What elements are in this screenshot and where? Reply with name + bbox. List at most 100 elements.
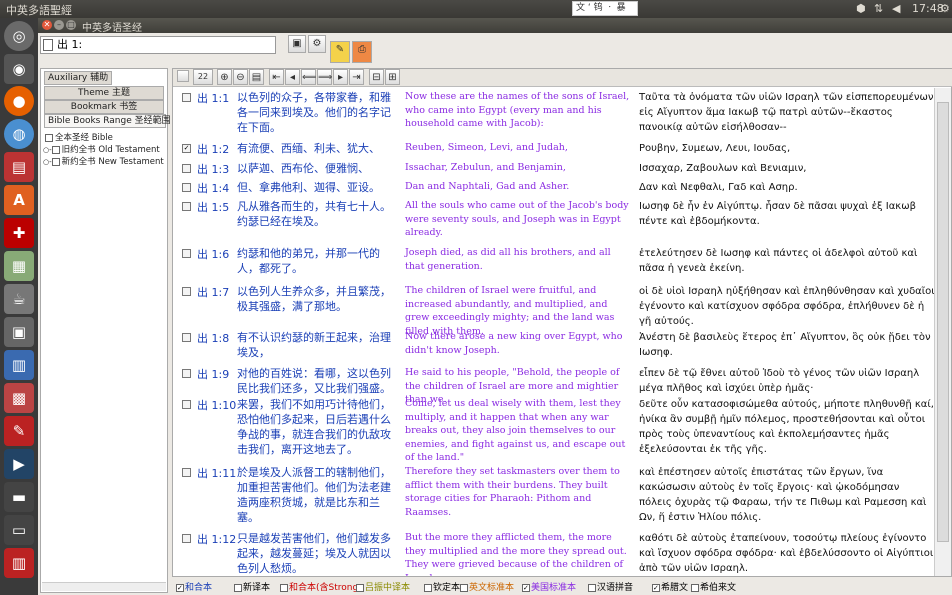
version-toggle[interactable]: 希伯来文	[691, 580, 736, 593]
vertical-scrollbar[interactable]	[934, 88, 951, 577]
power-icon[interactable]: ⚙	[940, 2, 950, 15]
verse-ref[interactable]: 出 1:12	[197, 531, 239, 547]
prev-page-icon[interactable]: ◂	[285, 69, 300, 85]
version-checkbox[interactable]	[280, 583, 288, 592]
bookmark-icon[interactable]: ⊟	[369, 69, 384, 85]
terminal-icon[interactable]: ▣	[4, 317, 34, 347]
expand-icon[interactable]: ○-	[43, 158, 52, 166]
disk-icon[interactable]: ◉	[4, 54, 34, 84]
verse-ref[interactable]: 出 1:1	[197, 90, 239, 106]
version-checkbox[interactable]	[234, 583, 242, 592]
firefox-icon[interactable]: ●	[4, 86, 34, 116]
verse-ref[interactable]: 出 1:10	[197, 397, 239, 413]
version-toggle[interactable]: 汉语拼音	[588, 580, 633, 593]
network-icon[interactable]: ⇅	[874, 2, 883, 15]
tree-item-new-testament[interactable]: ○- 新约全书 New Testament	[43, 155, 164, 167]
tools-icon[interactable]: ✎	[4, 416, 34, 446]
tab-bible-books-range[interactable]: Bible Books Range 圣经範围	[44, 114, 171, 128]
dictionary-icon[interactable]: ▥	[4, 350, 34, 380]
software-center-icon[interactable]: A	[4, 185, 34, 215]
java-icon[interactable]: ☕	[4, 284, 34, 314]
version-checkbox[interactable]	[424, 583, 432, 592]
version-toggle[interactable]: ✓ 和合本	[176, 580, 212, 593]
prev-chapter-icon[interactable]: ⟸	[301, 69, 316, 85]
last-page-icon[interactable]: ⇥	[349, 69, 364, 85]
scrollbar-thumb[interactable]	[937, 102, 949, 542]
verse-checkbox[interactable]	[182, 202, 191, 211]
bible-app-icon[interactable]: ✚	[4, 218, 34, 248]
verse-ref[interactable]: 出 1:4	[197, 180, 239, 196]
verse-checkbox[interactable]	[182, 369, 191, 378]
verse-checkbox[interactable]	[182, 93, 191, 102]
version-toggle[interactable]: ✓ 美国标准本	[522, 580, 576, 593]
tab-auxiliary[interactable]: Auxiliary 辅助	[44, 71, 113, 85]
export-tool-icon[interactable]: ✎	[330, 41, 350, 63]
notification-icon[interactable]: ⬢	[856, 2, 866, 15]
print-tool-icon[interactable]: ⎙	[352, 41, 372, 63]
tab-bookmark[interactable]: Bookmark 书签	[44, 100, 164, 114]
next-page-icon[interactable]: ▸	[333, 69, 348, 85]
tree-checkbox[interactable]	[51, 145, 60, 154]
minimize-button[interactable]: –	[54, 20, 64, 30]
version-toggle[interactable]: 吕振中译本	[356, 580, 410, 593]
tree-checkbox[interactable]	[51, 157, 60, 166]
verse-ref[interactable]: 出 1:7	[197, 284, 239, 300]
version-toggle[interactable]: ✓ 希腊文	[652, 580, 688, 593]
verse-checkbox[interactable]	[182, 164, 191, 173]
version-checkbox[interactable]	[588, 583, 596, 592]
verse-checkbox[interactable]	[182, 249, 191, 258]
input-method-indicator[interactable]: 文 ʻ 钨 ㆍ 暴 ⌨	[572, 1, 638, 26]
version-checkbox[interactable]	[356, 583, 364, 592]
file-manager-icon[interactable]: ▤	[4, 152, 34, 182]
sidebar-horizontal-scrollbar[interactable]	[42, 582, 166, 591]
media-icon[interactable]: ▶	[4, 449, 34, 479]
zoom-out-icon[interactable]: ⊖	[233, 69, 248, 85]
tab-theme[interactable]: Theme 主题	[44, 86, 164, 100]
verse-checkbox[interactable]	[182, 183, 191, 192]
version-toggle[interactable]: 新译本	[234, 580, 270, 593]
settings-tool-icon[interactable]: ⚙	[308, 35, 326, 53]
version-toggle[interactable]: 钦定本	[424, 580, 460, 593]
first-page-icon[interactable]: ⇤	[269, 69, 284, 85]
trash-icon[interactable]: ▥	[4, 548, 34, 578]
video-icon[interactable]: ▬	[4, 482, 34, 512]
film-icon[interactable]: ▭	[4, 515, 34, 545]
version-checkbox[interactable]	[460, 583, 468, 592]
dash-icon[interactable]: ◎	[4, 21, 34, 51]
book-icon[interactable]: ▩	[4, 383, 34, 413]
select-all-checkbox[interactable]	[177, 70, 189, 82]
verse-checkbox[interactable]	[182, 287, 191, 296]
verse-checkbox[interactable]	[182, 333, 191, 342]
version-toggle[interactable]: 英文标准本	[460, 580, 514, 593]
verse-ref[interactable]: 出 1:6	[197, 246, 239, 262]
archive-icon[interactable]: ▦	[4, 251, 34, 281]
verse-ref[interactable]: 出 1:3	[197, 161, 239, 177]
verse-checkbox[interactable]	[182, 534, 191, 543]
next-chapter-icon[interactable]: ⟹	[317, 69, 332, 85]
expand-icon[interactable]: ○-	[43, 146, 52, 154]
zoom-in-icon[interactable]: ⊕	[217, 69, 232, 85]
version-checkbox[interactable]: ✓	[522, 583, 530, 592]
volume-icon[interactable]: ◀	[892, 2, 900, 15]
verse-ref[interactable]: 出 1:2	[197, 141, 239, 157]
tree-item-bible[interactable]: 全本圣经 Bible	[45, 131, 113, 143]
reference-input[interactable]: 出 1:	[40, 36, 276, 54]
version-checkbox[interactable]	[691, 583, 699, 592]
verse-ref[interactable]: 出 1:11	[197, 465, 239, 481]
search-tool-icon[interactable]: ▣	[288, 35, 306, 53]
tree-checkbox[interactable]	[45, 133, 53, 142]
page-number[interactable]: 22	[193, 69, 213, 85]
close-button[interactable]: ✕	[42, 20, 52, 30]
copy-icon[interactable]: ▤	[249, 69, 264, 85]
tree-item-old-testament[interactable]: ○- 旧约全书 Old Testament	[43, 143, 160, 155]
verse-checkbox[interactable]	[182, 400, 191, 409]
verse-checkbox[interactable]	[182, 468, 191, 477]
verse-ref[interactable]: 出 1:9	[197, 366, 239, 382]
version-checkbox[interactable]: ✓	[176, 583, 184, 592]
verse-checkbox[interactable]: ✓	[182, 144, 191, 153]
verse-ref[interactable]: 出 1:8	[197, 330, 239, 346]
note-icon[interactable]: ⊞	[385, 69, 400, 85]
version-toggle[interactable]: 和合本(含Strong	[280, 580, 358, 593]
verse-ref[interactable]: 出 1:5	[197, 199, 239, 215]
version-checkbox[interactable]: ✓	[652, 583, 660, 592]
